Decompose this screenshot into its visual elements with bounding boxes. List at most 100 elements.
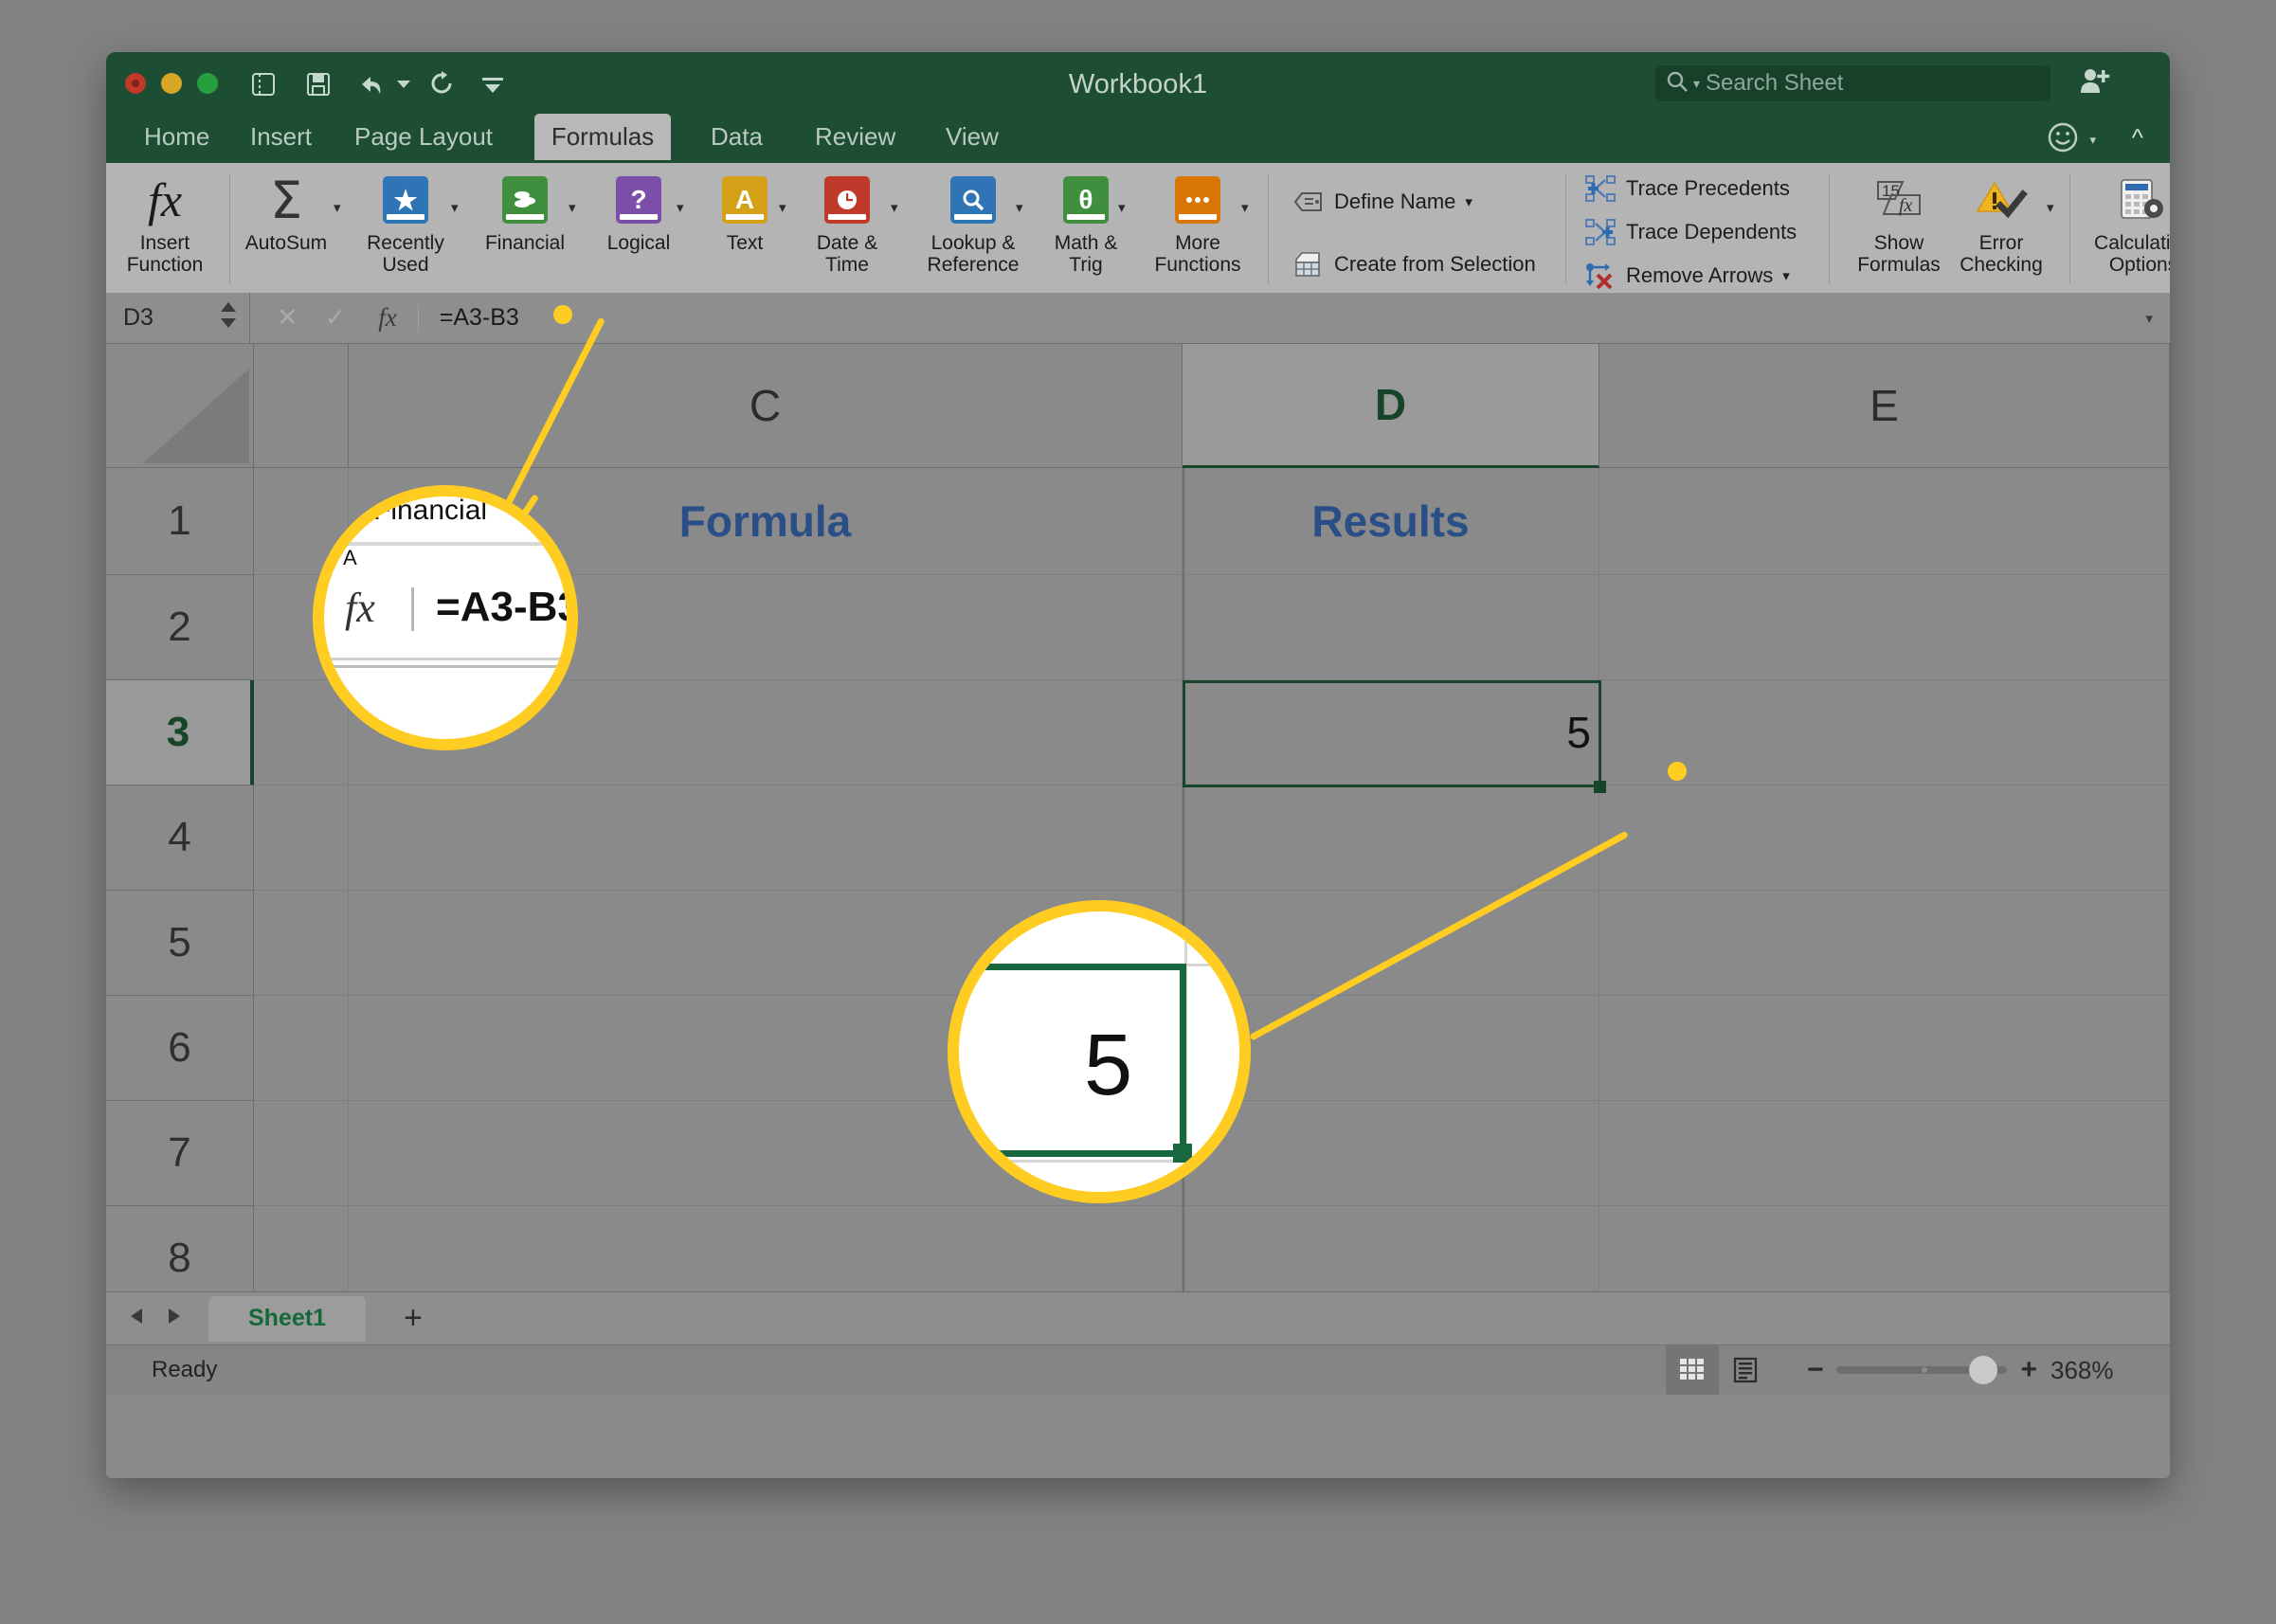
row-header-6[interactable]: 6 [106, 996, 254, 1101]
lookup-reference-dropdown-icon[interactable]: ▾ [1016, 199, 1023, 216]
calculation-options-button[interactable]: Calculation Options [2077, 169, 2170, 276]
cell-d2[interactable] [1183, 575, 1599, 680]
row-header-7[interactable]: 7 [106, 1101, 254, 1206]
cell-d8[interactable] [1183, 1206, 1599, 1291]
tab-page-layout[interactable]: Page Layout [337, 114, 510, 160]
error-checking-button[interactable]: Error Checking [1948, 169, 2054, 276]
row-header-5[interactable]: 5 [106, 891, 254, 996]
logical-button[interactable]: ? Logical [587, 169, 690, 255]
zoom-in-button[interactable]: + [2020, 1354, 2037, 1386]
normal-view-icon[interactable] [1666, 1345, 1719, 1395]
error-checking-dropdown-icon[interactable]: ▾ [2047, 199, 2054, 216]
cell-c8[interactable] [349, 1206, 1183, 1291]
cell-b6[interactable] [254, 996, 349, 1101]
cell-d3[interactable]: 5 [1183, 680, 1599, 785]
column-header-c[interactable]: C [349, 344, 1183, 468]
cell-d4[interactable] [1183, 785, 1599, 891]
cell-b7[interactable] [254, 1101, 349, 1206]
autosum-button[interactable]: Σ AutoSum [235, 169, 337, 255]
previous-sheet-icon[interactable] [127, 1306, 148, 1331]
tab-review[interactable]: Review [798, 114, 912, 160]
sheet-tab-sheet1[interactable]: Sheet1 [208, 1295, 366, 1342]
tab-data[interactable]: Data [694, 114, 780, 160]
confirm-formula-icon[interactable]: ✓ [325, 303, 347, 333]
cell-e5[interactable] [1599, 891, 2170, 996]
lookup-reference-button[interactable]: Lookup & Reference [910, 169, 1037, 276]
trace-precedents-button[interactable]: Trace Precedents [1584, 174, 1790, 203]
zoom-control[interactable]: − + 368% [1807, 1345, 2145, 1395]
cell-b4[interactable] [254, 785, 349, 891]
recently-used-dropdown-icon[interactable]: ▾ [451, 199, 459, 216]
cell-e2[interactable] [1599, 575, 2170, 680]
column-header-b[interactable] [254, 344, 349, 468]
math-trig-dropdown-icon[interactable]: ▾ [1118, 199, 1126, 216]
show-formulas-button[interactable]: 15 fx Show Formulas [1844, 169, 1954, 276]
math-trig-button[interactable]: θ Math & Trig [1035, 169, 1137, 276]
text-dropdown-icon[interactable]: ▾ [779, 199, 786, 216]
date-time-button[interactable]: Date & Time [796, 169, 898, 276]
recently-used-button[interactable]: ★ Recently Used [354, 169, 457, 276]
person-add-icon[interactable] [2079, 66, 2111, 103]
cell-e4[interactable] [1599, 785, 2170, 891]
next-sheet-icon[interactable] [163, 1306, 184, 1331]
cancel-formula-icon[interactable]: ✕ [277, 303, 298, 333]
tab-insert[interactable]: Insert [233, 114, 329, 160]
define-name-dropdown-icon[interactable]: ▾ [1465, 193, 1472, 210]
cell-d1[interactable]: Results [1183, 468, 1599, 575]
excel-window: Workbook1 ▾ Search Sheet Home Insert Pag… [106, 52, 2170, 1478]
cell-e7[interactable] [1599, 1101, 2170, 1206]
row-header-2[interactable]: 2 [106, 575, 254, 680]
insert-function-button[interactable]: fx Insert Function [114, 169, 216, 276]
fill-handle[interactable] [1594, 781, 1606, 793]
row-header-3[interactable]: 3 [106, 680, 254, 785]
date-time-label-1: Date & [816, 232, 878, 254]
trace-precedents-icon [1584, 174, 1617, 203]
zoom-slider-handle[interactable] [1969, 1356, 1998, 1384]
tab-formulas[interactable]: Formulas [534, 114, 671, 160]
ribbon-collapse-icon[interactable]: ^ [2132, 123, 2143, 153]
trace-dependents-button[interactable]: Trace Dependents [1584, 218, 1797, 246]
remove-arrows-dropdown-icon[interactable]: ▾ [1782, 267, 1790, 284]
financial-button[interactable]: Financial [474, 169, 576, 255]
select-all-corner[interactable] [106, 344, 254, 468]
cell-e6[interactable] [1599, 996, 2170, 1101]
tab-view[interactable]: View [929, 114, 1016, 160]
ribbon-separator [2069, 174, 2070, 284]
row-header-8[interactable]: 8 [106, 1206, 254, 1291]
cell-c4[interactable] [349, 785, 1183, 891]
cell-b3[interactable] [254, 680, 349, 785]
more-functions-dropdown-icon[interactable]: ▾ [1241, 199, 1249, 216]
name-box-stepper[interactable] [221, 301, 236, 328]
row-header-1[interactable]: 1 [106, 468, 254, 575]
define-name-button[interactable]: Define Name ▾ [1292, 188, 1472, 216]
cell-e8[interactable] [1599, 1206, 2170, 1291]
chevron-down-icon[interactable]: ▾ [1693, 77, 1700, 90]
feedback-dropdown-icon[interactable]: ▾ [2089, 133, 2096, 148]
cell-b8[interactable] [254, 1206, 349, 1291]
cell-d5[interactable] [1183, 891, 1599, 996]
more-functions-button[interactable]: More Functions [1135, 169, 1260, 276]
remove-arrows-button[interactable]: Remove Arrows ▾ [1584, 262, 1790, 290]
formula-input[interactable]: =A3-B3 [440, 304, 519, 332]
page-layout-view-icon[interactable] [1719, 1345, 1772, 1395]
cell-d7[interactable] [1183, 1101, 1599, 1206]
autosum-dropdown-icon[interactable]: ▾ [334, 199, 341, 216]
add-sheet-button[interactable]: + [377, 1296, 449, 1342]
logical-dropdown-icon[interactable]: ▾ [677, 199, 684, 216]
insert-function-icon[interactable]: fx [378, 303, 397, 333]
create-from-selection-button[interactable]: Create from Selection [1292, 250, 1536, 279]
date-time-dropdown-icon[interactable]: ▾ [891, 199, 898, 216]
cell-b5[interactable] [254, 891, 349, 996]
tab-home[interactable]: Home [127, 114, 226, 160]
zoom-out-button[interactable]: − [1807, 1354, 1824, 1386]
name-box[interactable]: D3 [106, 292, 250, 344]
cell-e1[interactable] [1599, 468, 2170, 575]
column-header-d[interactable]: D [1183, 344, 1599, 468]
expand-formula-bar-icon[interactable]: ▾ [2145, 310, 2153, 327]
feedback-smiley-icon[interactable] [2047, 121, 2079, 158]
financial-dropdown-icon[interactable]: ▾ [569, 199, 576, 216]
column-header-e[interactable]: E [1599, 344, 2170, 468]
zoom-slider[interactable] [1836, 1356, 2008, 1384]
search-input[interactable]: ▾ Search Sheet [1655, 65, 2050, 101]
row-header-4[interactable]: 4 [106, 785, 254, 891]
